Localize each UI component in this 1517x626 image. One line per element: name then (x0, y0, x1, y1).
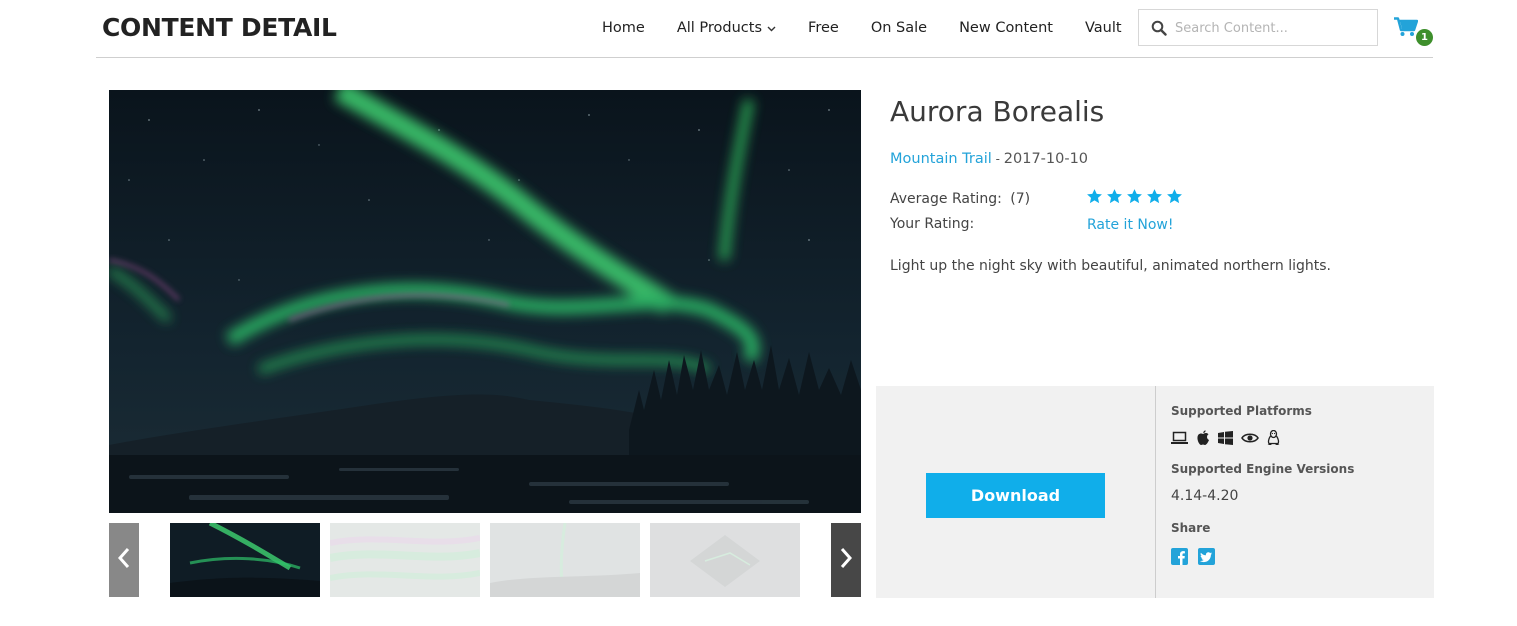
download-button[interactable]: Download (926, 473, 1105, 518)
product-meta: Mountain Trail - 2017-10-10 (890, 151, 1088, 167)
linux-icon (1267, 430, 1280, 446)
your-rating-label: Your Rating: (890, 216, 975, 232)
star-icon (1106, 188, 1123, 209)
chevron-left-icon (117, 547, 130, 573)
rate-now-link[interactable]: Rate it Now! (1087, 217, 1173, 233)
nav-on-sale[interactable]: On Sale (871, 20, 927, 36)
share-icons (1171, 548, 1225, 565)
platforms-label: Supported Platforms (1171, 404, 1312, 418)
nav-new-content-label: New Content (959, 20, 1053, 36)
your-rating-row: Your Rating: (890, 216, 974, 232)
purchase-panel: Download Supported Platforms Supported E… (876, 386, 1434, 598)
nav-on-sale-label: On Sale (870, 20, 928, 36)
thumbnail-next-button[interactable] (831, 523, 861, 597)
main-nav: Home All Products Free On Sale New Conte… (602, 20, 1154, 36)
windows-laptop-icon (1171, 431, 1188, 445)
share-label: Share (1171, 521, 1211, 535)
cart-icon (1394, 17, 1419, 41)
top-header: CONTENT DETAIL Home All Products Free On… (96, 0, 1433, 58)
search-input[interactable] (1175, 17, 1371, 39)
nav-home-label: Home (602, 20, 645, 36)
star-icon (1166, 188, 1183, 209)
search-icon[interactable] (1151, 20, 1167, 40)
average-rating-row: Average Rating: (7) (890, 191, 1030, 207)
search-box (1138, 9, 1378, 46)
thumbnail-2[interactable] (330, 523, 480, 597)
facebook-icon[interactable] (1171, 548, 1188, 565)
author-link[interactable]: Mountain Trail (890, 151, 992, 167)
nav-free-label: Free (808, 20, 839, 36)
meta-separator: - (991, 152, 1004, 166)
nav-home[interactable]: Home (602, 20, 645, 36)
product-description: Light up the night sky with beautiful, a… (890, 258, 1331, 274)
release-date: 2017-10-10 (1003, 151, 1089, 167)
thumbnail-3[interactable] (490, 523, 640, 597)
nav-vault-label: Vault (1084, 20, 1122, 36)
star-icon (1086, 188, 1103, 209)
engine-versions-label: Supported Engine Versions (1171, 462, 1355, 476)
average-rating-label: Average Rating: (890, 191, 1002, 207)
vr-eye-icon (1241, 432, 1259, 444)
windows-icon (1218, 431, 1233, 445)
product-title: Aurora Borealis (890, 95, 1105, 128)
chevron-right-icon (840, 547, 853, 573)
platform-icons (1171, 430, 1288, 446)
nav-all-products-label: All Products (676, 20, 763, 36)
star-icon (1126, 188, 1143, 209)
thumbnail-4[interactable] (650, 523, 800, 597)
thumbnail-prev-button[interactable] (109, 523, 139, 597)
chevron-down-icon (767, 20, 776, 36)
panel-divider (1155, 386, 1156, 598)
thumbnail-1[interactable] (170, 523, 320, 597)
nav-vault[interactable]: Vault (1085, 20, 1122, 36)
product-main-image (109, 90, 861, 513)
twitter-icon[interactable] (1198, 548, 1215, 565)
cart-button[interactable]: 1 (1394, 17, 1433, 47)
site-title: CONTENT DETAIL (102, 13, 337, 42)
rating-count: (7) (1010, 191, 1031, 207)
nav-all-products[interactable]: All Products (677, 20, 776, 36)
nav-free[interactable]: Free (808, 20, 839, 36)
average-rating-stars (1086, 188, 1186, 209)
star-icon (1146, 188, 1163, 209)
nav-new-content[interactable]: New Content (959, 20, 1053, 36)
apple-icon (1196, 430, 1210, 446)
engine-versions-value: 4.14-4.20 (1171, 488, 1239, 504)
cart-count-badge: 1 (1416, 29, 1433, 46)
